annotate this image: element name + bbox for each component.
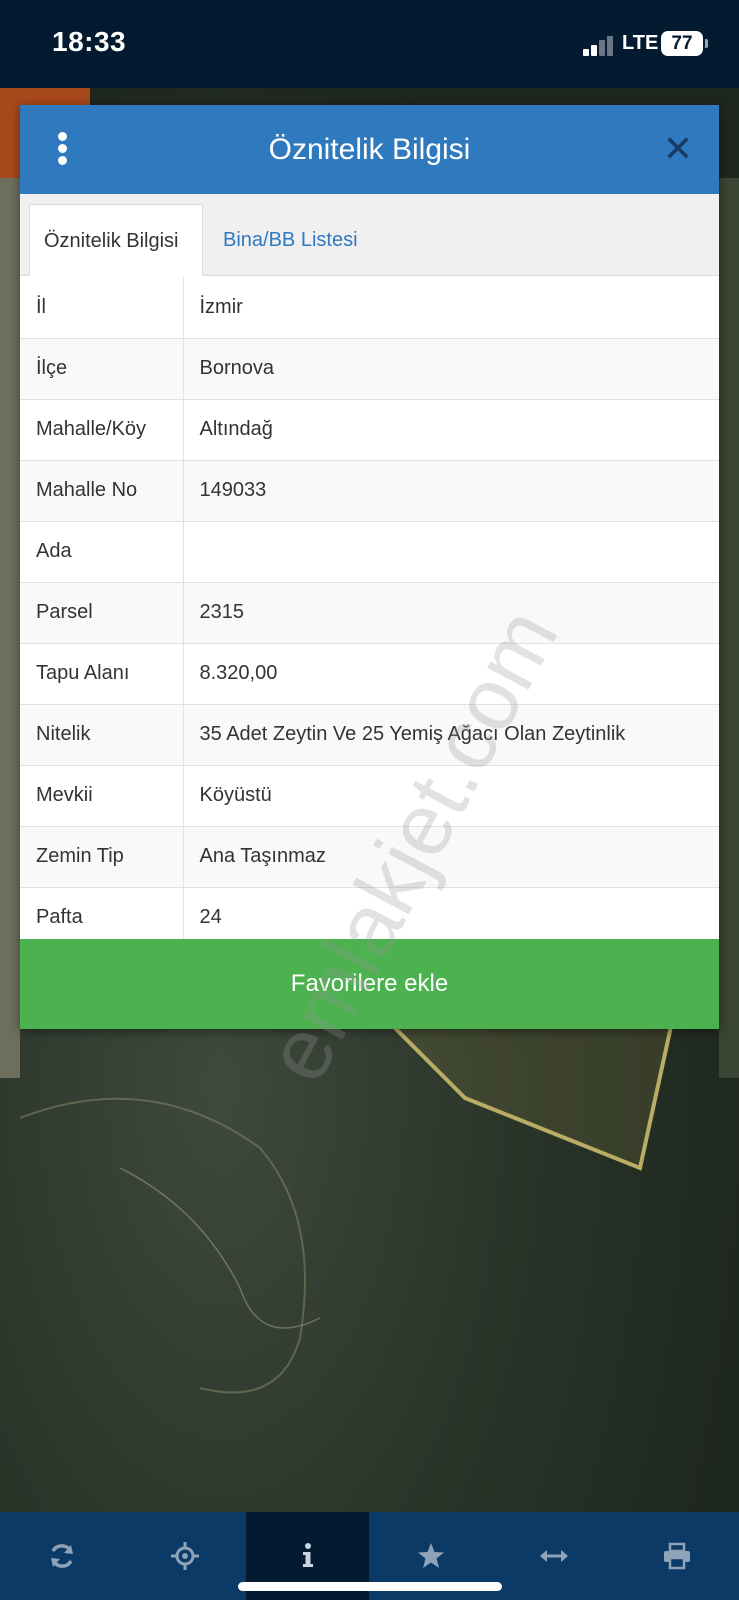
row-value: Bornova bbox=[183, 338, 719, 400]
row-key: Tapu Alanı bbox=[20, 643, 184, 705]
row-key: Zemin Tip bbox=[20, 826, 184, 888]
refresh-icon bbox=[50, 1544, 73, 1568]
measure-icon bbox=[539, 1550, 568, 1562]
table-row: Tapu Alanı 8.320,00 bbox=[20, 643, 719, 705]
tab-attribute-info[interactable]: Öznitelik Bilgisi bbox=[29, 204, 203, 276]
table-row: Mevkii Köyüstü bbox=[20, 765, 719, 827]
row-value: İzmir bbox=[183, 277, 719, 339]
row-value: Altındağ bbox=[183, 399, 719, 461]
print-icon bbox=[664, 1542, 690, 1570]
row-key: İl bbox=[20, 277, 184, 339]
locate-icon bbox=[170, 1542, 199, 1570]
more-options-icon[interactable] bbox=[56, 132, 68, 166]
attribute-table: İl İzmir İlçe Bornova Mahalle/Köy Altınd… bbox=[20, 277, 719, 949]
tab-building-list[interactable]: Bina/BB Listesi bbox=[209, 204, 372, 276]
battery-icon: 77 bbox=[661, 31, 703, 56]
table-row: Parsel 2315 bbox=[20, 582, 719, 644]
attribute-dialog: Öznitelik Bilgisi ✕ Öznitelik Bilgisi Bi… bbox=[20, 105, 719, 1029]
table-row: İlçe Bornova bbox=[20, 338, 719, 400]
table-row: İl İzmir bbox=[20, 277, 719, 339]
locate-button[interactable] bbox=[123, 1512, 246, 1600]
row-key: Mahalle No bbox=[20, 460, 184, 522]
row-value: Köyüstü bbox=[183, 765, 719, 827]
row-value: 149033 bbox=[183, 460, 719, 522]
info-icon bbox=[302, 1543, 313, 1567]
status-time: 18:33 bbox=[52, 26, 127, 57]
table-row: Mahalle/Köy Altındağ bbox=[20, 399, 719, 461]
table-row: Zemin Tip Ana Taşınmaz bbox=[20, 826, 719, 888]
signal-icon bbox=[583, 34, 615, 56]
row-key: Nitelik bbox=[20, 704, 184, 766]
row-value: 35 Adet Zeytin Ve 25 Yemiş Ağacı Olan Ze… bbox=[183, 704, 719, 766]
tab-bar: Öznitelik Bilgisi Bina/BB Listesi bbox=[20, 194, 719, 276]
battery-tip bbox=[705, 39, 708, 48]
row-value: 2315 bbox=[183, 582, 719, 644]
table-row: Nitelik 35 Adet Zeytin Ve 25 Yemiş Ağacı… bbox=[20, 704, 719, 766]
table-row: Mahalle No 149033 bbox=[20, 460, 719, 522]
measure-button[interactable] bbox=[492, 1512, 615, 1600]
print-button[interactable] bbox=[615, 1512, 739, 1600]
network-type: LTE bbox=[622, 32, 659, 54]
home-indicator[interactable] bbox=[238, 1582, 502, 1591]
row-key: Ada bbox=[20, 521, 184, 583]
refresh-button[interactable] bbox=[0, 1512, 123, 1600]
row-value bbox=[183, 521, 719, 583]
row-key: Mahalle/Köy bbox=[20, 399, 184, 461]
dialog-header: Öznitelik Bilgisi ✕ bbox=[20, 105, 719, 194]
row-key: Mevkii bbox=[20, 765, 184, 827]
table-row: Ada bbox=[20, 521, 719, 583]
close-icon[interactable]: ✕ bbox=[660, 131, 696, 167]
row-value: 8.320,00 bbox=[183, 643, 719, 705]
row-key: Parsel bbox=[20, 582, 184, 644]
row-key: İlçe bbox=[20, 338, 184, 400]
dialog-title: Öznitelik Bilgisi bbox=[268, 133, 471, 166]
add-to-favorites-button[interactable]: Favorilere ekle bbox=[20, 939, 719, 1029]
status-bar: 18:33 LTE 77 bbox=[0, 0, 739, 88]
row-value: Ana Taşınmaz bbox=[183, 826, 719, 888]
star-icon bbox=[417, 1543, 444, 1568]
